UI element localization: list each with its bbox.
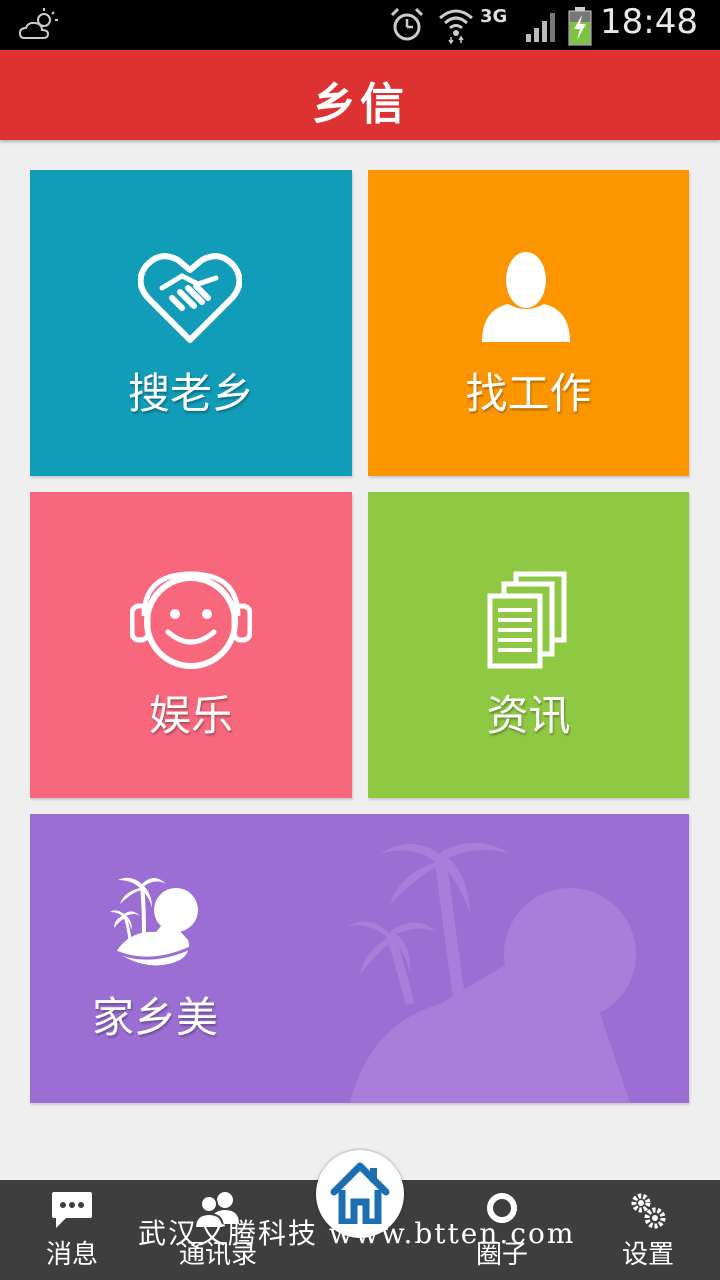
- watermark-text: 武汉文腾科技 www.btten.com: [138, 1217, 576, 1250]
- palm-island-icon: [110, 877, 198, 966]
- tile-entertainment[interactable]: 娱乐: [30, 492, 352, 798]
- nav-item-messages[interactable]: 消息: [22, 1180, 122, 1280]
- person-icon: [482, 252, 570, 342]
- chat-bubble-icon: [52, 1192, 92, 1228]
- tile-label: 找工作: [465, 369, 592, 418]
- signal-icon: [526, 13, 555, 42]
- palm-island-background: [348, 842, 636, 1103]
- nav-item-settings[interactable]: 设置: [598, 1180, 698, 1280]
- tile-label: 资讯: [486, 691, 571, 740]
- weather-cloud-sun-icon: [18, 8, 58, 39]
- tile-search-fellows[interactable]: 搜老乡: [30, 170, 352, 476]
- handshake-heart-icon: [138, 253, 242, 343]
- battery-charging-icon: [568, 7, 592, 46]
- tile-label: 娱乐: [148, 691, 233, 740]
- tile-news[interactable]: 资讯: [368, 492, 689, 798]
- gears-icon: [631, 1193, 666, 1229]
- wifi-icon: [439, 9, 473, 44]
- tile-hometown-beauty[interactable]: 家乡美: [30, 814, 689, 1103]
- smiley-headphones-icon: [130, 571, 252, 669]
- nav-label: 设置: [621, 1240, 674, 1270]
- nav-label: 消息: [45, 1240, 98, 1270]
- page-title: 乡信: [312, 79, 408, 130]
- network-type: 3G: [480, 6, 508, 27]
- tile-find-job[interactable]: 找工作: [368, 170, 689, 476]
- header-bar: 乡信: [0, 50, 720, 140]
- alarm-icon: [390, 7, 424, 41]
- documents-icon: [487, 571, 567, 669]
- clock: 18:48: [600, 2, 698, 42]
- tile-label: 搜老乡: [127, 369, 254, 418]
- redacted-area: [66, 4, 186, 48]
- tile-label: 家乡美: [91, 993, 218, 1042]
- status-bar: 3G 18:48: [0, 0, 720, 50]
